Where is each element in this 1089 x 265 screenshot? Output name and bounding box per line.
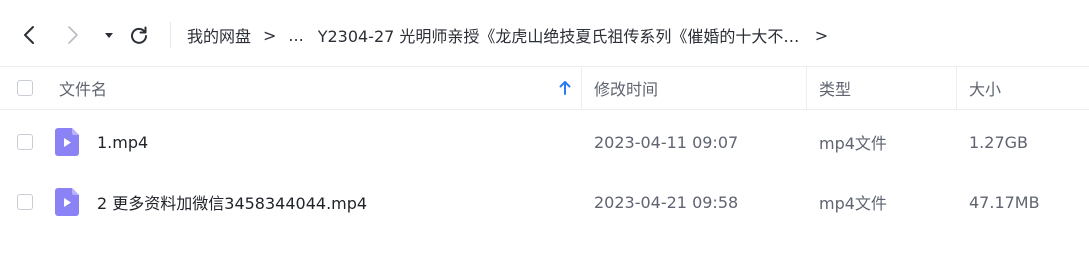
video-file-icon — [55, 128, 79, 156]
chevron-left-icon — [24, 26, 34, 44]
file-type: mp4文件 — [819, 194, 887, 213]
column-header-name[interactable]: 文件名 — [59, 67, 107, 109]
file-type: mp4文件 — [819, 134, 887, 153]
file-size: 1.27GB — [969, 132, 1028, 152]
file-modified-time: 2023-04-21 09:58 — [594, 192, 739, 212]
row-checkbox[interactable] — [17, 194, 33, 210]
select-all-checkbox[interactable] — [17, 80, 33, 96]
column-header-modified[interactable]: 修改时间 — [594, 67, 658, 109]
row-checkbox[interactable] — [17, 134, 33, 150]
file-browser: 我的网盘 > ... Y2304-27 光明师亲授《龙虎山绝技夏氏祖传系列《催婚… — [0, 0, 1089, 265]
toolbar: 我的网盘 > ... Y2304-27 光明师亲授《龙虎山绝技夏氏祖传系列《催婚… — [0, 0, 1089, 66]
refresh-icon — [131, 26, 147, 44]
caret-down-icon — [105, 33, 113, 38]
chevron-right-icon — [68, 26, 78, 44]
column-divider[interactable] — [581, 67, 582, 109]
column-divider[interactable] — [956, 67, 957, 109]
file-size: 47.17MB — [969, 192, 1040, 212]
refresh-button[interactable] — [128, 22, 150, 48]
toolbar-divider — [170, 22, 171, 48]
column-divider[interactable] — [806, 67, 807, 109]
file-table-header: 文件名 修改时间 类型 大小 — [0, 66, 1089, 110]
breadcrumb-separator: > — [263, 25, 277, 45]
back-button[interactable] — [18, 22, 40, 48]
breadcrumb-current-folder[interactable]: Y2304-27 光明师亲授《龙虎山绝技夏氏祖传系列《催婚的十大不传之秘... — [318, 23, 803, 47]
breadcrumb-ellipsis[interactable]: ... — [288, 26, 303, 45]
column-header-type[interactable]: 类型 — [819, 67, 851, 109]
column-header-size[interactable]: 大小 — [969, 67, 1001, 109]
table-row[interactable]: 2 更多资料加微信3458344044.mp4 2023-04-21 09:58… — [0, 172, 1089, 232]
breadcrumb: 我的网盘 > ... Y2304-27 光明师亲授《龙虎山绝技夏氏祖传系列《催婚… — [187, 23, 840, 47]
file-name[interactable]: 1.mp4 — [97, 112, 148, 172]
history-dropdown-button[interactable] — [98, 22, 120, 48]
file-name[interactable]: 2 更多资料加微信3458344044.mp4 — [97, 172, 367, 232]
file-modified-time: 2023-04-11 09:07 — [594, 132, 739, 152]
breadcrumb-trailing-separator[interactable]: > — [815, 26, 828, 45]
video-file-icon — [55, 188, 79, 216]
breadcrumb-root[interactable]: 我的网盘 — [187, 23, 251, 47]
arrow-up-icon[interactable] — [558, 80, 572, 96]
table-row[interactable]: 1.mp4 2023-04-11 09:07 mp4文件 1.27GB — [0, 112, 1089, 172]
forward-button[interactable] — [62, 22, 84, 48]
